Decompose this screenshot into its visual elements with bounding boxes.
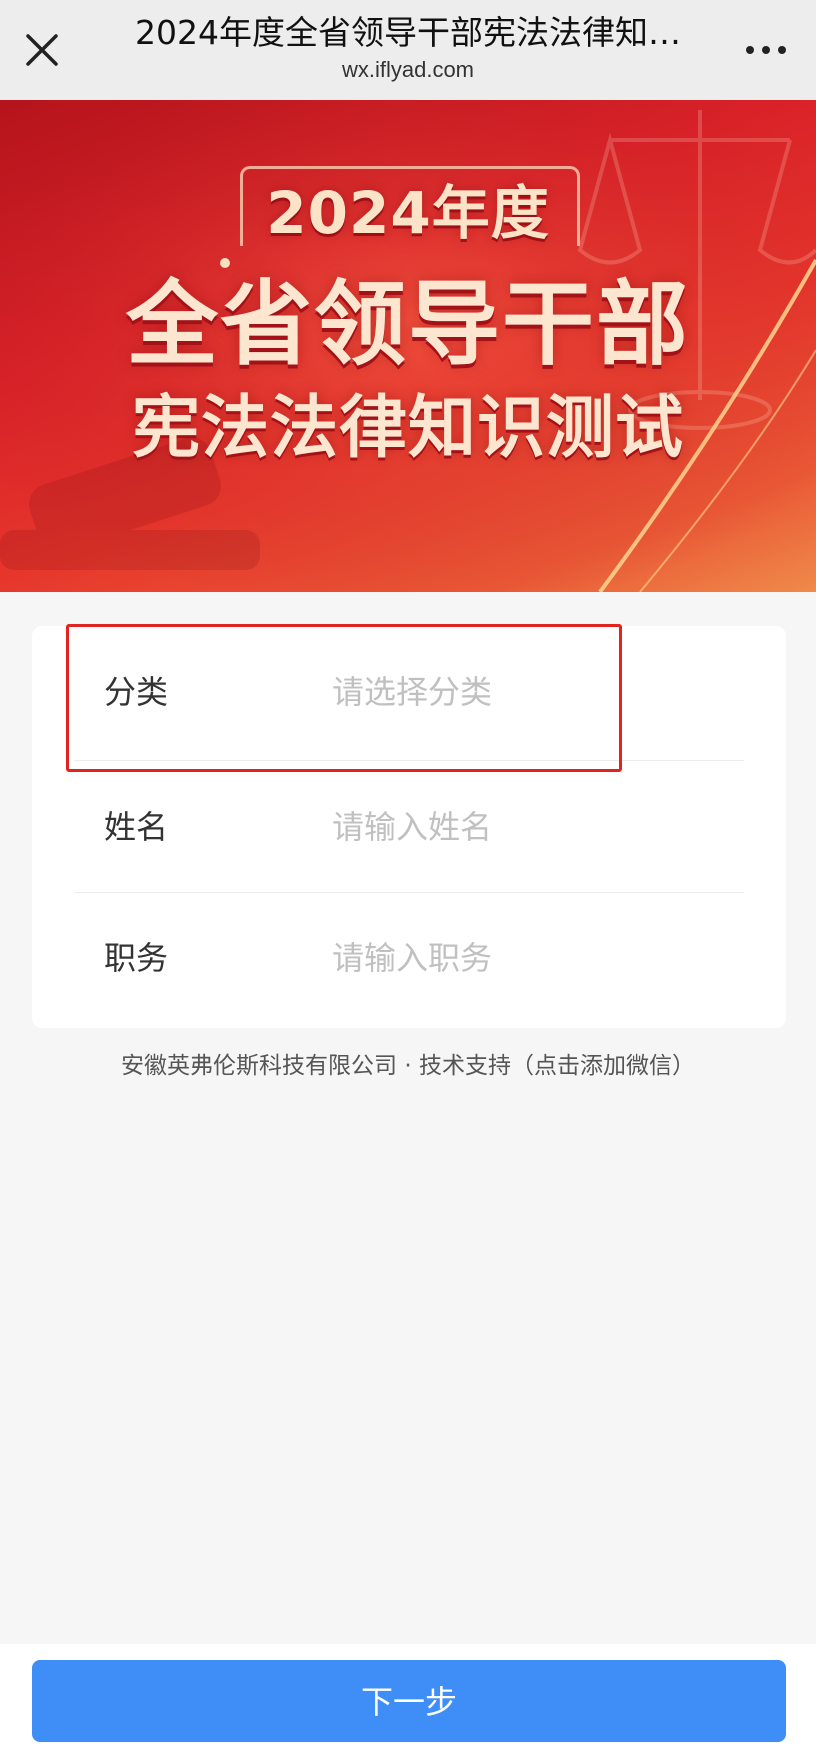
page-title: 2024年度全省领导干部宪法法律知… — [135, 13, 681, 52]
page-url: wx.iflyad.com — [341, 57, 475, 82]
highlight-annotation-box — [66, 624, 622, 772]
banner-subheadline: 宪法法律知识测试 — [131, 389, 684, 468]
name-label: 姓名 — [104, 808, 169, 846]
close-icon[interactable] — [18, 26, 66, 74]
title-block: 2024年度全省领导干部宪法法律知… wx.iflyad.com — [100, 12, 716, 84]
banner-year: 2024年度 — [266, 179, 550, 247]
position-label: 职务 — [104, 939, 169, 977]
form-row-position: 职务 — [32, 892, 786, 1024]
banner: 2024年度 全省领导干部 宪法法律知识测试 — [0, 100, 816, 592]
banner-text: 2024年度 全省领导干部 宪法法律知识测试 — [0, 100, 816, 592]
banner-headline: 全省领导干部 — [125, 271, 690, 378]
name-input[interactable] — [332, 797, 732, 857]
next-button[interactable]: 下一步 — [32, 1660, 786, 1742]
tech-support-link[interactable]: 安徽英弗伦斯科技有限公司 · 技术支持（点击添加微信） — [0, 1046, 816, 1080]
position-input[interactable] — [332, 928, 732, 988]
top-bar: 2024年度全省领导干部宪法法律知… wx.iflyad.com — [0, 0, 816, 100]
form-row-name: 姓名 — [32, 761, 786, 893]
more-dots-icon[interactable] — [742, 36, 790, 64]
bottom-bar: 下一步 — [0, 1644, 816, 1757]
